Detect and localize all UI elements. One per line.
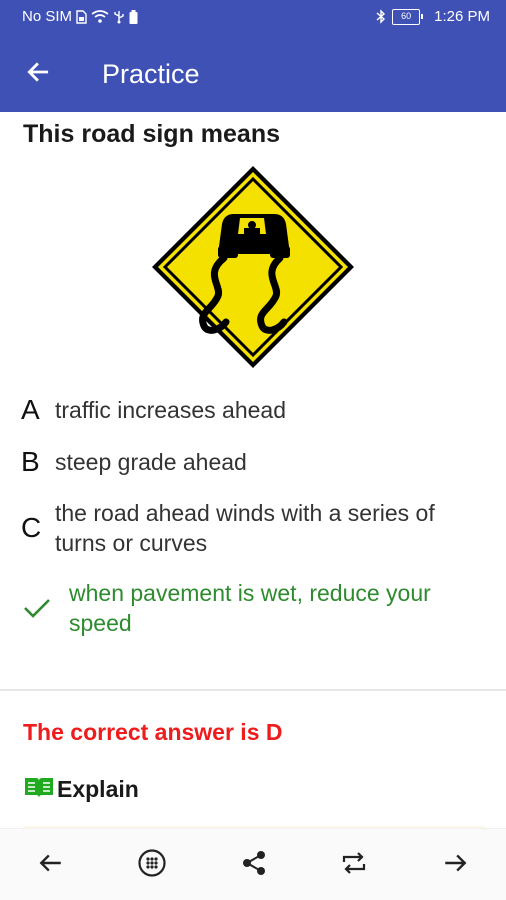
arrow-left-icon bbox=[25, 59, 51, 90]
option-text: steep grade ahead bbox=[55, 449, 247, 475]
question-grid-button[interactable] bbox=[132, 845, 172, 885]
option-letter: A bbox=[21, 394, 40, 425]
previous-button[interactable] bbox=[31, 845, 71, 885]
explain-label: Explain bbox=[57, 776, 139, 802]
arrow-right-icon bbox=[442, 850, 468, 881]
option-letter: B bbox=[21, 446, 40, 477]
share-button[interactable] bbox=[234, 845, 274, 885]
book-icon bbox=[23, 775, 55, 804]
check-icon bbox=[23, 597, 69, 619]
question-card: This road sign means A traffic increases bbox=[0, 112, 506, 690]
sim-icon bbox=[76, 9, 87, 24]
battery-level: 60 bbox=[392, 8, 424, 25]
carrier-label: No SIM bbox=[22, 8, 73, 25]
repeat-button[interactable] bbox=[334, 845, 374, 885]
correct-answer-text: The correct answer is D bbox=[23, 719, 283, 745]
status-left: No SIM bbox=[22, 8, 138, 25]
grid-icon bbox=[137, 848, 167, 883]
bottom-toolbar bbox=[0, 828, 506, 900]
bluetooth-icon bbox=[376, 9, 386, 24]
option-c[interactable]: C the road ahead winds with a series of … bbox=[21, 498, 491, 558]
arrow-left-icon bbox=[38, 850, 64, 881]
road-sign-image bbox=[148, 162, 358, 372]
clock: 1:26 PM bbox=[434, 8, 490, 25]
option-text: the road ahead winds with a series of tu… bbox=[55, 500, 435, 556]
page-title: Practice bbox=[102, 59, 200, 89]
option-text: when pavement is wet, reduce your speed bbox=[69, 580, 431, 636]
answer-panel: The correct answer is D Explain bbox=[0, 691, 506, 830]
status-bar: No SIM 60 1:26 PM bbox=[0, 0, 506, 34]
option-text: traffic increases ahead bbox=[55, 397, 286, 423]
back-button[interactable] bbox=[18, 54, 58, 94]
wifi-icon bbox=[91, 9, 109, 24]
option-b[interactable]: B steep grade ahead bbox=[21, 446, 491, 478]
option-a[interactable]: A traffic increases ahead bbox=[21, 394, 491, 426]
explain-section[interactable]: Explain bbox=[23, 775, 139, 804]
question-prompt: This road sign means bbox=[23, 120, 281, 148]
practice-screen: No SIM 60 1:26 PM Practice This road sig… bbox=[0, 0, 506, 900]
share-icon bbox=[240, 849, 268, 882]
slippery-road-sign-icon bbox=[152, 166, 354, 368]
usb-icon bbox=[113, 10, 125, 24]
status-right: 60 1:26 PM bbox=[376, 8, 490, 25]
option-d-correct[interactable]: when pavement is wet, reduce your speed bbox=[23, 578, 493, 638]
option-letter: C bbox=[21, 512, 42, 543]
next-button[interactable] bbox=[435, 845, 475, 885]
app-bar: Practice bbox=[0, 34, 506, 112]
repeat-icon bbox=[340, 850, 368, 881]
battery-small-icon bbox=[129, 9, 138, 24]
